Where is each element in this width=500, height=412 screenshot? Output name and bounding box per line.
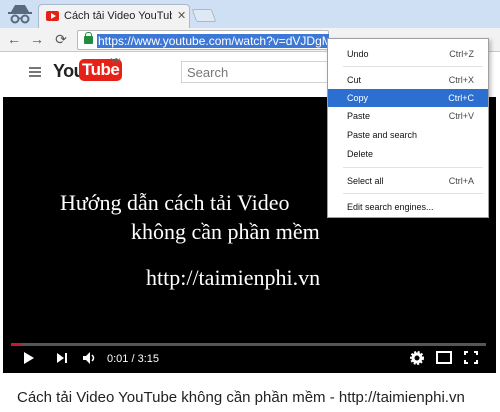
menu-item-paste-and-search[interactable]: Paste and search	[328, 126, 488, 144]
browser-titlebar: Cách tải Video YouTube k ✕	[0, 0, 500, 28]
menu-item-shortcut: Ctrl+C	[448, 93, 474, 103]
video-caption-line-3: http://taimienphi.vn	[146, 265, 321, 290]
search-placeholder: Search	[187, 65, 229, 80]
context-menu: Undo Ctrl+Z Cut Ctrl+X Copy Ctrl+C Paste…	[327, 38, 489, 218]
video-caption-line-2: không cần phần mềm	[131, 219, 320, 244]
menu-item-label: Select all	[347, 176, 384, 186]
next-icon[interactable]	[56, 351, 68, 369]
incognito-icon	[6, 2, 34, 26]
youtube-region: VN	[111, 58, 121, 65]
menu-item-delete[interactable]: Delete	[328, 145, 488, 163]
video-caption-line-1: Hướng dẫn cách tải Video	[60, 190, 290, 215]
back-icon[interactable]: ←	[6, 31, 22, 48]
time-display: 0:01 / 3:15	[107, 353, 159, 365]
menu-item-copy[interactable]: Copy Ctrl+C	[328, 89, 488, 107]
menu-item-label: Copy	[347, 93, 369, 103]
theater-mode-icon[interactable]	[436, 351, 452, 368]
menu-item-label: Paste and search	[347, 130, 418, 140]
menu-separator	[343, 193, 483, 194]
fullscreen-icon[interactable]	[464, 351, 478, 368]
menu-item-cut[interactable]: Cut Ctrl+X	[328, 71, 488, 89]
menu-separator	[343, 167, 483, 168]
menu-separator	[343, 66, 483, 67]
menu-item-undo[interactable]: Undo Ctrl+Z	[328, 45, 488, 63]
menu-item-label: Cut	[347, 75, 362, 85]
menu-item-label: Edit search engines...	[347, 202, 434, 212]
menu-item-select-all[interactable]: Select all Ctrl+A	[328, 172, 488, 190]
menu-item-shortcut: Ctrl+X	[448, 75, 474, 85]
menu-item-label: Delete	[347, 149, 374, 159]
browser-tab[interactable]: Cách tải Video YouTube k ✕	[38, 4, 190, 28]
reload-icon[interactable]: ⟳	[53, 31, 69, 48]
progress-fill	[11, 343, 21, 346]
address-url[interactable]: https://www.youtube.com/watch?v=dVJDgMmO…	[97, 34, 329, 48]
search-input[interactable]: Search	[181, 61, 329, 83]
menu-item-shortcut: Ctrl+V	[448, 111, 474, 121]
tab-title: Cách tải Video YouTube k	[64, 10, 172, 22]
menu-item-label: Undo	[347, 49, 369, 59]
progress-bar[interactable]	[11, 343, 486, 346]
youtube-favicon-icon	[46, 11, 59, 21]
player-controls: 0:01 / 3:15	[3, 349, 496, 371]
new-tab-button[interactable]	[191, 9, 217, 22]
play-icon[interactable]	[23, 351, 35, 369]
menu-item-paste[interactable]: Paste Ctrl+V	[328, 107, 488, 125]
tab-close-icon[interactable]: ✕	[177, 9, 186, 22]
address-bar[interactable]: https://www.youtube.com/watch?v=dVJDgMmO…	[77, 30, 329, 50]
settings-icon[interactable]	[410, 351, 424, 369]
video-title[interactable]: Cách tải Video YouTube không cần phần mề…	[17, 389, 465, 406]
menu-item-label: Paste	[347, 111, 371, 121]
menu-item-shortcut: Ctrl+A	[448, 176, 474, 186]
forward-icon[interactable]: →	[29, 31, 45, 48]
menu-item-shortcut: Ctrl+Z	[449, 49, 474, 59]
menu-icon[interactable]	[29, 67, 41, 77]
volume-icon[interactable]	[82, 351, 98, 369]
menu-item-edit-search-engines[interactable]: Edit search engines...	[328, 198, 488, 216]
lock-icon	[84, 32, 93, 44]
